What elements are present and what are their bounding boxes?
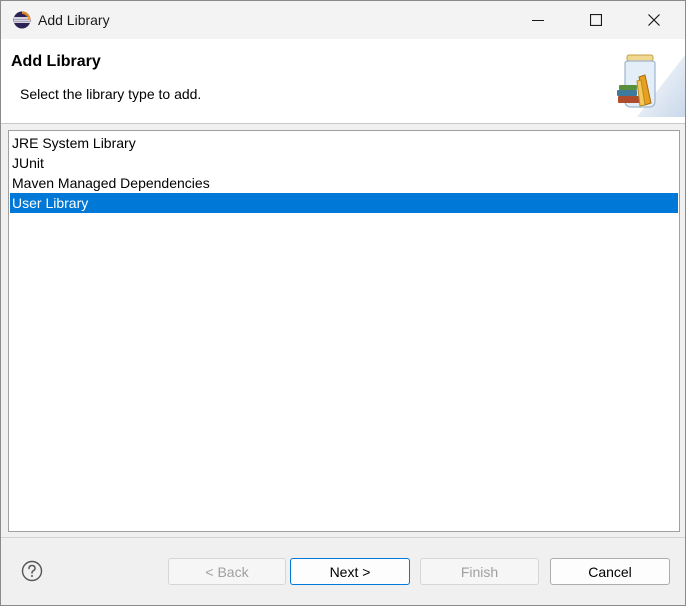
maximize-icon <box>590 14 602 26</box>
footer-separator <box>1 537 685 538</box>
next-button[interactable]: Next > <box>290 558 410 585</box>
eclipse-icon <box>13 11 31 29</box>
minimize-icon <box>532 20 544 21</box>
list-item-maven-managed-dependencies[interactable]: Maven Managed Dependencies <box>10 173 678 193</box>
banner-title: Add Library <box>11 53 101 70</box>
window-title: Add Library <box>38 12 110 28</box>
finish-button[interactable]: Finish <box>420 558 539 585</box>
cancel-button[interactable]: Cancel <box>550 558 670 585</box>
add-library-dialog: Add Library Add Library Select the libra… <box>0 0 686 606</box>
banner-description: Select the library type to add. <box>20 86 202 102</box>
list-item-user-library[interactable]: User Library <box>10 193 678 213</box>
library-jar-icon <box>617 54 685 117</box>
list-item-jre-system-library[interactable]: JRE System Library <box>10 133 678 153</box>
wizard-banner: Add Library Select the library type to a… <box>1 39 685 124</box>
minimize-button[interactable] <box>509 1 567 39</box>
list-item-junit[interactable]: JUnit <box>10 153 678 173</box>
title-bar: Add Library <box>1 1 685 39</box>
close-icon <box>648 14 660 26</box>
close-button[interactable] <box>625 1 683 39</box>
back-button[interactable]: < Back <box>168 558 286 585</box>
help-icon[interactable] <box>21 560 43 582</box>
maximize-button[interactable] <box>567 1 625 39</box>
library-type-list[interactable]: JRE System Library JUnit Maven Managed D… <box>8 130 680 532</box>
